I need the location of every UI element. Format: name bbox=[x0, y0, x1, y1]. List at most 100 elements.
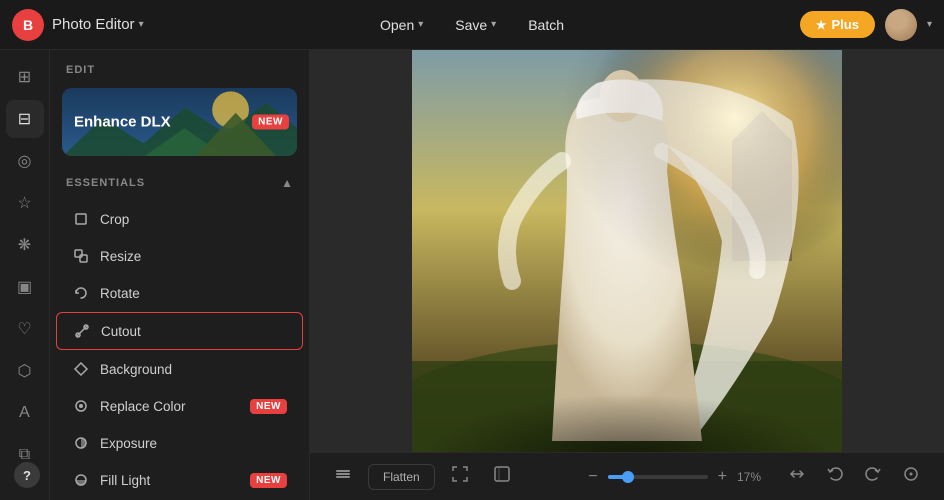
essentials-menu-list: Crop Resize Rotate bbox=[50, 198, 309, 500]
star-icon: ★ bbox=[816, 18, 827, 32]
open-chevron-icon: ▾ bbox=[418, 19, 423, 30]
photo-container bbox=[412, 50, 842, 452]
title-chevron-icon: ▾ bbox=[139, 19, 144, 30]
essentials-label: ESSENTIALS bbox=[66, 177, 145, 189]
essentials-collapse-icon[interactable]: ▲ bbox=[281, 176, 293, 190]
menu-item-crop[interactable]: Crop bbox=[56, 201, 303, 237]
zoom-in-button[interactable]: + bbox=[714, 465, 731, 489]
fill-light-icon bbox=[72, 471, 90, 489]
toolbar-right-icons bbox=[780, 460, 928, 494]
sidebar-item-favorites[interactable]: ☆ bbox=[6, 184, 44, 222]
sidebar-item-heart[interactable]: ♡ bbox=[6, 310, 44, 348]
main-area: ⊞ ⊟ ◎ ☆ ❋ ▣ ♡ ⬡ A ⧉ ? bbox=[0, 50, 944, 500]
exposure-icon bbox=[72, 434, 90, 452]
layers-icon bbox=[334, 465, 352, 488]
menu-item-exposure[interactable]: Exposure bbox=[56, 425, 303, 461]
save-menu[interactable]: Save ▾ bbox=[441, 11, 510, 39]
layers-button[interactable] bbox=[326, 460, 360, 494]
zoom-out-button[interactable]: − bbox=[584, 465, 601, 489]
undo-button[interactable] bbox=[818, 460, 852, 494]
shape-icon: ⬡ bbox=[18, 361, 32, 381]
flatten-button[interactable]: Flatten bbox=[368, 464, 435, 490]
zoom-slider[interactable] bbox=[608, 475, 708, 479]
photo-image bbox=[412, 50, 842, 452]
icon-sidebar: ⊞ ⊟ ◎ ☆ ❋ ▣ ♡ ⬡ A ⧉ ? bbox=[0, 50, 50, 500]
cutout-label: Cutout bbox=[101, 324, 286, 339]
crop-icon bbox=[72, 210, 90, 228]
canvas-content[interactable] bbox=[310, 50, 944, 452]
bottom-toolbar: Flatten bbox=[310, 452, 944, 500]
background-label: Background bbox=[100, 362, 287, 377]
fullscreen-button[interactable] bbox=[485, 460, 519, 494]
menu-item-resize[interactable]: Resize bbox=[56, 238, 303, 274]
enhance-new-badge: NEW bbox=[252, 115, 289, 130]
minus-icon: − bbox=[588, 468, 597, 485]
nodes-icon: ❋ bbox=[18, 235, 31, 255]
menu-item-rotate[interactable]: Rotate bbox=[56, 275, 303, 311]
sidebar-item-frame[interactable]: ▣ bbox=[6, 268, 44, 306]
expand-icon bbox=[451, 465, 469, 488]
star-icon: ☆ bbox=[17, 193, 31, 213]
redo-icon bbox=[864, 465, 882, 488]
menu-item-background[interactable]: Background bbox=[56, 351, 303, 387]
help-button[interactable]: ? bbox=[14, 462, 40, 488]
zoom-slider-thumb[interactable] bbox=[622, 471, 634, 483]
history-icon bbox=[902, 465, 920, 488]
sliders-icon: ⊟ bbox=[18, 109, 31, 129]
sidebar-item-shape[interactable]: ⬡ bbox=[6, 352, 44, 390]
heart-icon: ♡ bbox=[17, 319, 31, 339]
sidebar-item-view[interactable]: ◎ bbox=[6, 142, 44, 180]
sidebar-item-nodes[interactable]: ❋ bbox=[6, 226, 44, 264]
avatar[interactable] bbox=[885, 9, 917, 41]
menu-item-cutout[interactable]: Cutout bbox=[56, 312, 303, 350]
plus-button[interactable]: ★ Plus bbox=[800, 11, 875, 38]
topbar-right: ★ Plus ▾ bbox=[800, 9, 932, 41]
menu-item-fill-light[interactable]: Fill Light NEW bbox=[56, 462, 303, 498]
topbar-nav: Open ▾ Save ▾ Batch bbox=[366, 11, 578, 39]
rotate-icon bbox=[72, 284, 90, 302]
sidebar-item-adjust[interactable]: ⊟ bbox=[6, 100, 44, 138]
replace-color-label: Replace Color bbox=[100, 399, 240, 414]
edit-section-label: EDIT bbox=[50, 50, 309, 84]
open-menu[interactable]: Open ▾ bbox=[366, 11, 437, 39]
sidebar-item-text[interactable]: A bbox=[6, 394, 44, 432]
edit-panel: EDIT bbox=[50, 50, 310, 500]
history-button[interactable] bbox=[894, 460, 928, 494]
replace-color-icon bbox=[72, 397, 90, 415]
replace-color-badge: NEW bbox=[250, 399, 287, 414]
text-icon: A bbox=[19, 404, 30, 422]
batch-button[interactable]: Batch bbox=[514, 11, 578, 39]
zoom-controls: − + 17% bbox=[584, 465, 772, 489]
menu-item-replace-color[interactable]: Replace Color NEW bbox=[56, 388, 303, 424]
eye-icon: ◎ bbox=[18, 151, 32, 171]
background-icon bbox=[72, 360, 90, 378]
crop-label: Crop bbox=[100, 212, 287, 227]
canvas-area: Flatten bbox=[310, 50, 944, 500]
resize-icon bbox=[72, 247, 90, 265]
fill-light-badge: NEW bbox=[250, 473, 287, 488]
topbar: B Photo Editor ▾ Open ▾ Save ▾ Batch ★ P… bbox=[0, 0, 944, 50]
avatar-chevron-icon[interactable]: ▾ bbox=[927, 19, 932, 30]
enhance-dlx-card[interactable]: Enhance DLX NEW bbox=[62, 88, 297, 156]
app-title[interactable]: Photo Editor ▾ bbox=[52, 16, 144, 33]
gallery-icon: ⊞ bbox=[18, 67, 31, 87]
essentials-header: ESSENTIALS ▲ bbox=[50, 168, 309, 198]
avatar-image bbox=[885, 9, 917, 41]
frame-icon: ▣ bbox=[17, 277, 32, 297]
save-chevron-icon: ▾ bbox=[491, 19, 496, 30]
fullscreen-icon bbox=[493, 465, 511, 488]
cutout-icon bbox=[73, 322, 91, 340]
resize-label: Resize bbox=[100, 249, 287, 264]
exposure-label: Exposure bbox=[100, 436, 287, 451]
rotate-label: Rotate bbox=[100, 286, 287, 301]
expand-button[interactable] bbox=[443, 460, 477, 494]
sidebar-item-gallery[interactable]: ⊞ bbox=[6, 58, 44, 96]
undo-icon bbox=[826, 465, 844, 488]
redo-button[interactable] bbox=[856, 460, 890, 494]
enhance-card-label: Enhance DLX bbox=[74, 114, 171, 131]
plus-icon: + bbox=[718, 468, 727, 485]
fill-light-label: Fill Light bbox=[100, 473, 240, 488]
app-logo[interactable]: B bbox=[12, 9, 44, 41]
flip-button[interactable] bbox=[780, 460, 814, 494]
zoom-value: 17% bbox=[737, 470, 772, 484]
